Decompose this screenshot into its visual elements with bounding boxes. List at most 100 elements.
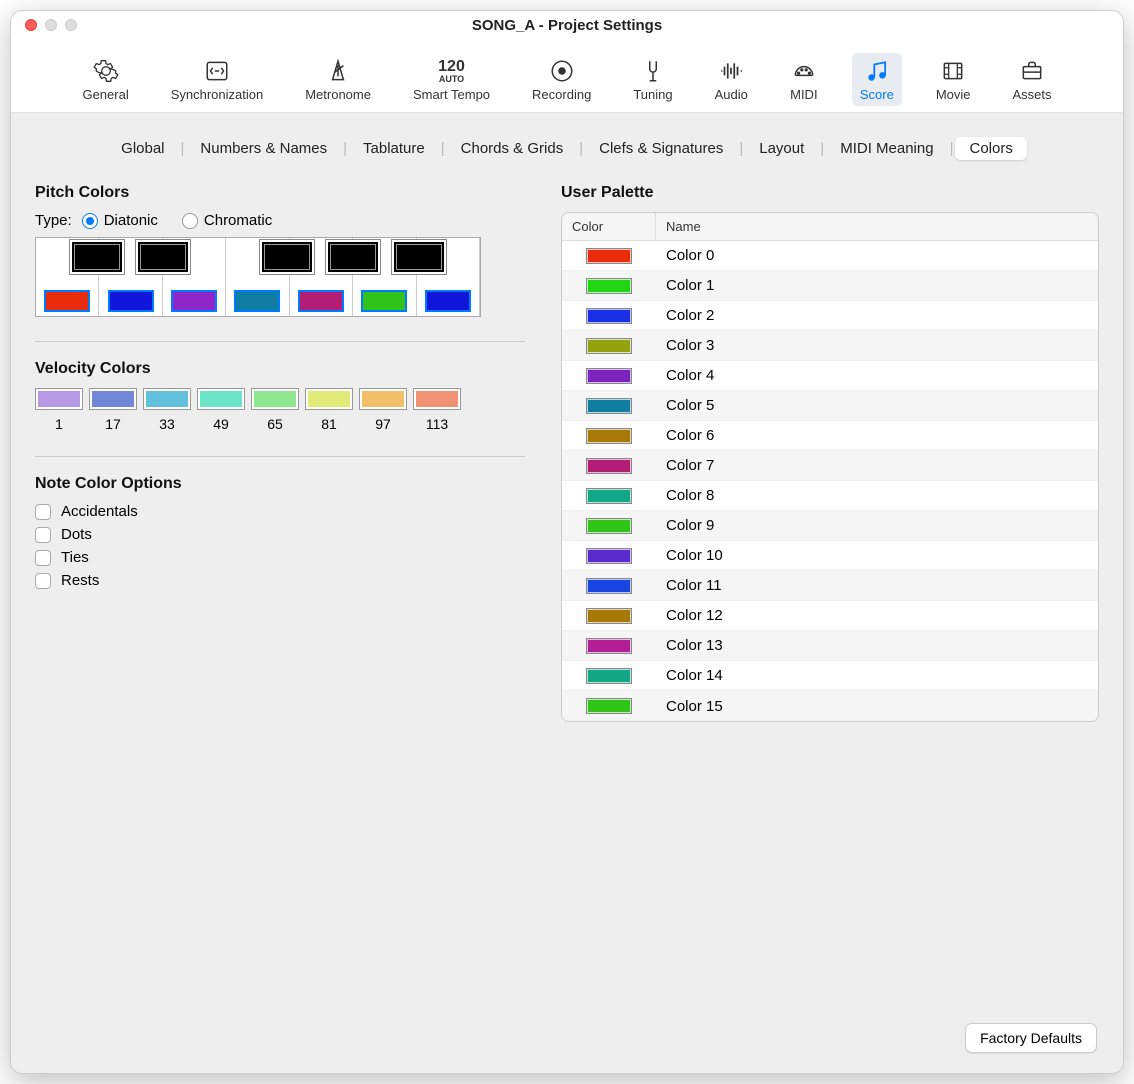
table-row[interactable]: Color 4 [562,361,1098,391]
color-swatch[interactable] [305,388,353,410]
velocity-label: 113 [426,416,448,432]
tab-smart-tempo[interactable]: 120 AUTO Smart Tempo [405,53,498,106]
table-row[interactable]: Color 3 [562,331,1098,361]
color-swatch[interactable] [586,308,632,324]
checkbox-dots[interactable]: Dots [35,526,525,543]
color-swatch[interactable] [586,488,632,504]
table-row[interactable]: Color 11 [562,571,1098,601]
white-key[interactable] [226,238,289,316]
color-swatch[interactable] [586,338,632,354]
white-key[interactable] [99,238,162,316]
user-palette-heading: User Palette [561,184,1099,202]
color-swatch[interactable] [89,388,137,410]
subtab-clefs-signatures[interactable]: Clefs & Signatures [585,137,737,160]
white-key[interactable] [36,238,99,316]
subtab-global[interactable]: Global [107,137,178,160]
table-row[interactable]: Color 8 [562,481,1098,511]
subtab-numbers-names[interactable]: Numbers & Names [186,137,341,160]
color-swatch[interactable] [171,290,217,312]
white-key[interactable] [353,238,416,316]
color-swatch[interactable] [298,290,344,312]
color-swatch[interactable] [586,668,632,684]
table-row[interactable]: Color 10 [562,541,1098,571]
color-swatch[interactable] [586,518,632,534]
type-label: Type: [35,212,72,229]
gear-icon [92,57,120,85]
checkbox-rests[interactable]: Rests [35,572,525,589]
color-swatch[interactable] [586,608,632,624]
velocity-label: 65 [267,416,283,432]
tab-assets[interactable]: Assets [1005,53,1060,106]
color-swatch[interactable] [44,290,90,312]
color-swatch[interactable] [359,388,407,410]
main-toolbar: General Synchronization Metronome 120 AU… [11,39,1123,113]
color-swatch[interactable] [586,638,632,654]
tab-metronome[interactable]: Metronome [297,53,379,106]
color-swatch[interactable] [234,290,280,312]
midi-port-icon [790,57,818,85]
color-swatch[interactable] [586,248,632,264]
table-row[interactable]: Color 0 [562,241,1098,271]
color-swatch[interactable] [361,290,407,312]
color-swatch[interactable] [586,398,632,414]
tab-score[interactable]: Score [852,53,902,106]
table-row[interactable]: Color 12 [562,601,1098,631]
color-swatch[interactable] [586,278,632,294]
color-swatch[interactable] [586,368,632,384]
subtab-colors[interactable]: Colors [955,137,1026,160]
color-swatch[interactable] [251,388,299,410]
checkbox-ties[interactable]: Ties [35,549,525,566]
column-header-color[interactable]: Color [562,213,656,240]
column-header-name[interactable]: Name [656,213,1098,240]
table-row[interactable]: Color 14 [562,661,1098,691]
white-key[interactable] [163,238,226,316]
table-row[interactable]: Color 1 [562,271,1098,301]
tab-audio[interactable]: Audio [707,53,756,106]
table-row[interactable]: Color 9 [562,511,1098,541]
color-name: Color 15 [656,698,1098,715]
table-row[interactable]: Color 7 [562,451,1098,481]
velocity-item: 65 [251,388,299,432]
checkbox-accidentals[interactable]: Accidentals [35,503,525,520]
subtab-midi-meaning[interactable]: MIDI Meaning [826,137,947,160]
color-swatch[interactable] [143,388,191,410]
color-swatch[interactable] [197,388,245,410]
table-row[interactable]: Color 13 [562,631,1098,661]
color-swatch[interactable] [586,428,632,444]
white-key[interactable] [417,238,480,316]
subtab-tablature[interactable]: Tablature [349,137,439,160]
color-swatch[interactable] [586,548,632,564]
tab-label: Recording [532,87,591,102]
radio-chromatic[interactable]: Chromatic [182,212,272,229]
velocity-label: 17 [105,416,121,432]
color-name: Color 10 [656,547,1098,564]
color-swatch[interactable] [35,388,83,410]
briefcase-icon [1018,57,1046,85]
color-swatch[interactable] [108,290,154,312]
table-row[interactable]: Color 5 [562,391,1098,421]
color-swatch[interactable] [413,388,461,410]
radio-diatonic[interactable]: Diatonic [82,212,158,229]
table-row[interactable]: Color 2 [562,301,1098,331]
velocity-item: 33 [143,388,191,432]
color-swatch[interactable] [586,458,632,474]
white-key[interactable] [290,238,353,316]
factory-defaults-button[interactable]: Factory Defaults [965,1023,1097,1053]
tab-tuning[interactable]: Tuning [625,53,680,106]
color-swatch[interactable] [586,698,632,714]
tab-movie[interactable]: Movie [928,53,979,106]
tab-recording[interactable]: Recording [524,53,599,106]
color-name: Color 13 [656,637,1098,654]
radio-text: Diatonic [104,212,158,229]
subtab-chords-grids[interactable]: Chords & Grids [447,137,578,160]
tab-midi[interactable]: MIDI [782,53,826,106]
table-row[interactable]: Color 6 [562,421,1098,451]
tab-general[interactable]: General [74,53,136,106]
color-swatch[interactable] [425,290,471,312]
subtab-layout[interactable]: Layout [745,137,818,160]
table-row[interactable]: Color 15 [562,691,1098,721]
tab-synchronization[interactable]: Synchronization [163,53,272,106]
color-swatch[interactable] [586,578,632,594]
settings-window: SONG_A - Project Settings General Synchr… [10,10,1124,1074]
pitch-colors-heading: Pitch Colors [35,184,525,202]
